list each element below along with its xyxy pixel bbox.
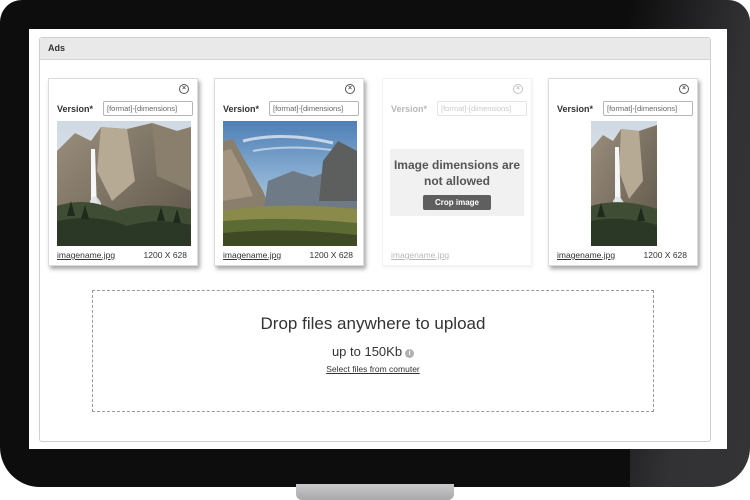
card-footer: imagename.jpg 1200 X 628: [223, 250, 353, 262]
version-label: Version*: [557, 104, 594, 114]
panel-title: Ads: [40, 38, 710, 60]
info-icon[interactable]: i: [405, 349, 415, 358]
version-row: Version*: [557, 101, 693, 117]
image-thumbnail: [57, 121, 191, 246]
version-row: Version*: [223, 101, 359, 117]
file-name-link[interactable]: imagename.jpg: [223, 250, 281, 260]
image-dimensions: 1200 X 628: [643, 250, 687, 260]
file-name-link[interactable]: imagename.jpg: [557, 250, 615, 260]
version-row: Version*: [57, 101, 193, 117]
image-thumbnail: [223, 121, 357, 246]
card-footer: imagename.jpg 1200 X 628: [557, 250, 687, 262]
select-files-link[interactable]: Select files from comuter: [326, 364, 420, 374]
dimension-error: Image dimensions are not allowed Crop im…: [390, 120, 524, 245]
card-footer: imagename.jpg: [391, 250, 521, 262]
version-input[interactable]: [103, 101, 193, 116]
close-circle-icon[interactable]: ×: [679, 84, 689, 94]
version-label: Version*: [391, 104, 428, 114]
version-label: Version*: [223, 104, 260, 114]
error-message: Image dimensions are not allowed: [393, 158, 521, 188]
version-input[interactable]: [603, 101, 693, 116]
screen: Ads × Version* [format]-[dimensions] ima…: [29, 29, 727, 449]
image-dimensions: 1200 X 628: [143, 250, 187, 260]
ads-panel: Ads × Version* [format]-[dimensions] ima…: [39, 37, 711, 442]
close-circle-icon[interactable]: ×: [513, 84, 523, 94]
dropzone-title: Drop files anywhere to upload: [260, 314, 486, 333]
version-input[interactable]: [269, 101, 359, 116]
file-name-link[interactable]: imagename.jpg: [57, 250, 115, 260]
card-footer: imagename.jpg 1200 X 628: [57, 250, 187, 262]
close-circle-icon[interactable]: ×: [345, 84, 355, 94]
crop-image-button[interactable]: Crop image: [422, 195, 491, 210]
version-input[interactable]: [437, 101, 527, 116]
upload-dropzone[interactable]: Drop files anywhere to upload up to 150K…: [92, 290, 654, 412]
image-thumbnail: [591, 121, 657, 246]
image-card: × Version* [format]-[dimensions] imagena…: [548, 78, 698, 266]
image-dimensions: 1200 X 628: [309, 250, 353, 260]
file-name-link[interactable]: imagename.jpg: [391, 250, 449, 260]
version-row: Version*: [391, 101, 527, 117]
image-cards: × Version* [format]-[dimensions] imagena…: [48, 78, 708, 268]
image-card: × Version* [format]-[dimensions] imagena…: [214, 78, 364, 266]
upload-limit: up to 150Kb i: [93, 344, 653, 359]
monitor-stand: [296, 484, 454, 500]
upload-limit-text: up to 150Kb: [331, 344, 403, 359]
image-card: × Version* [format]-[dimensions] imagena…: [48, 78, 198, 266]
version-label: Version*: [57, 104, 94, 114]
error-message-box: Image dimensions are not allowed Crop im…: [390, 149, 524, 216]
close-circle-icon[interactable]: ×: [179, 84, 189, 94]
